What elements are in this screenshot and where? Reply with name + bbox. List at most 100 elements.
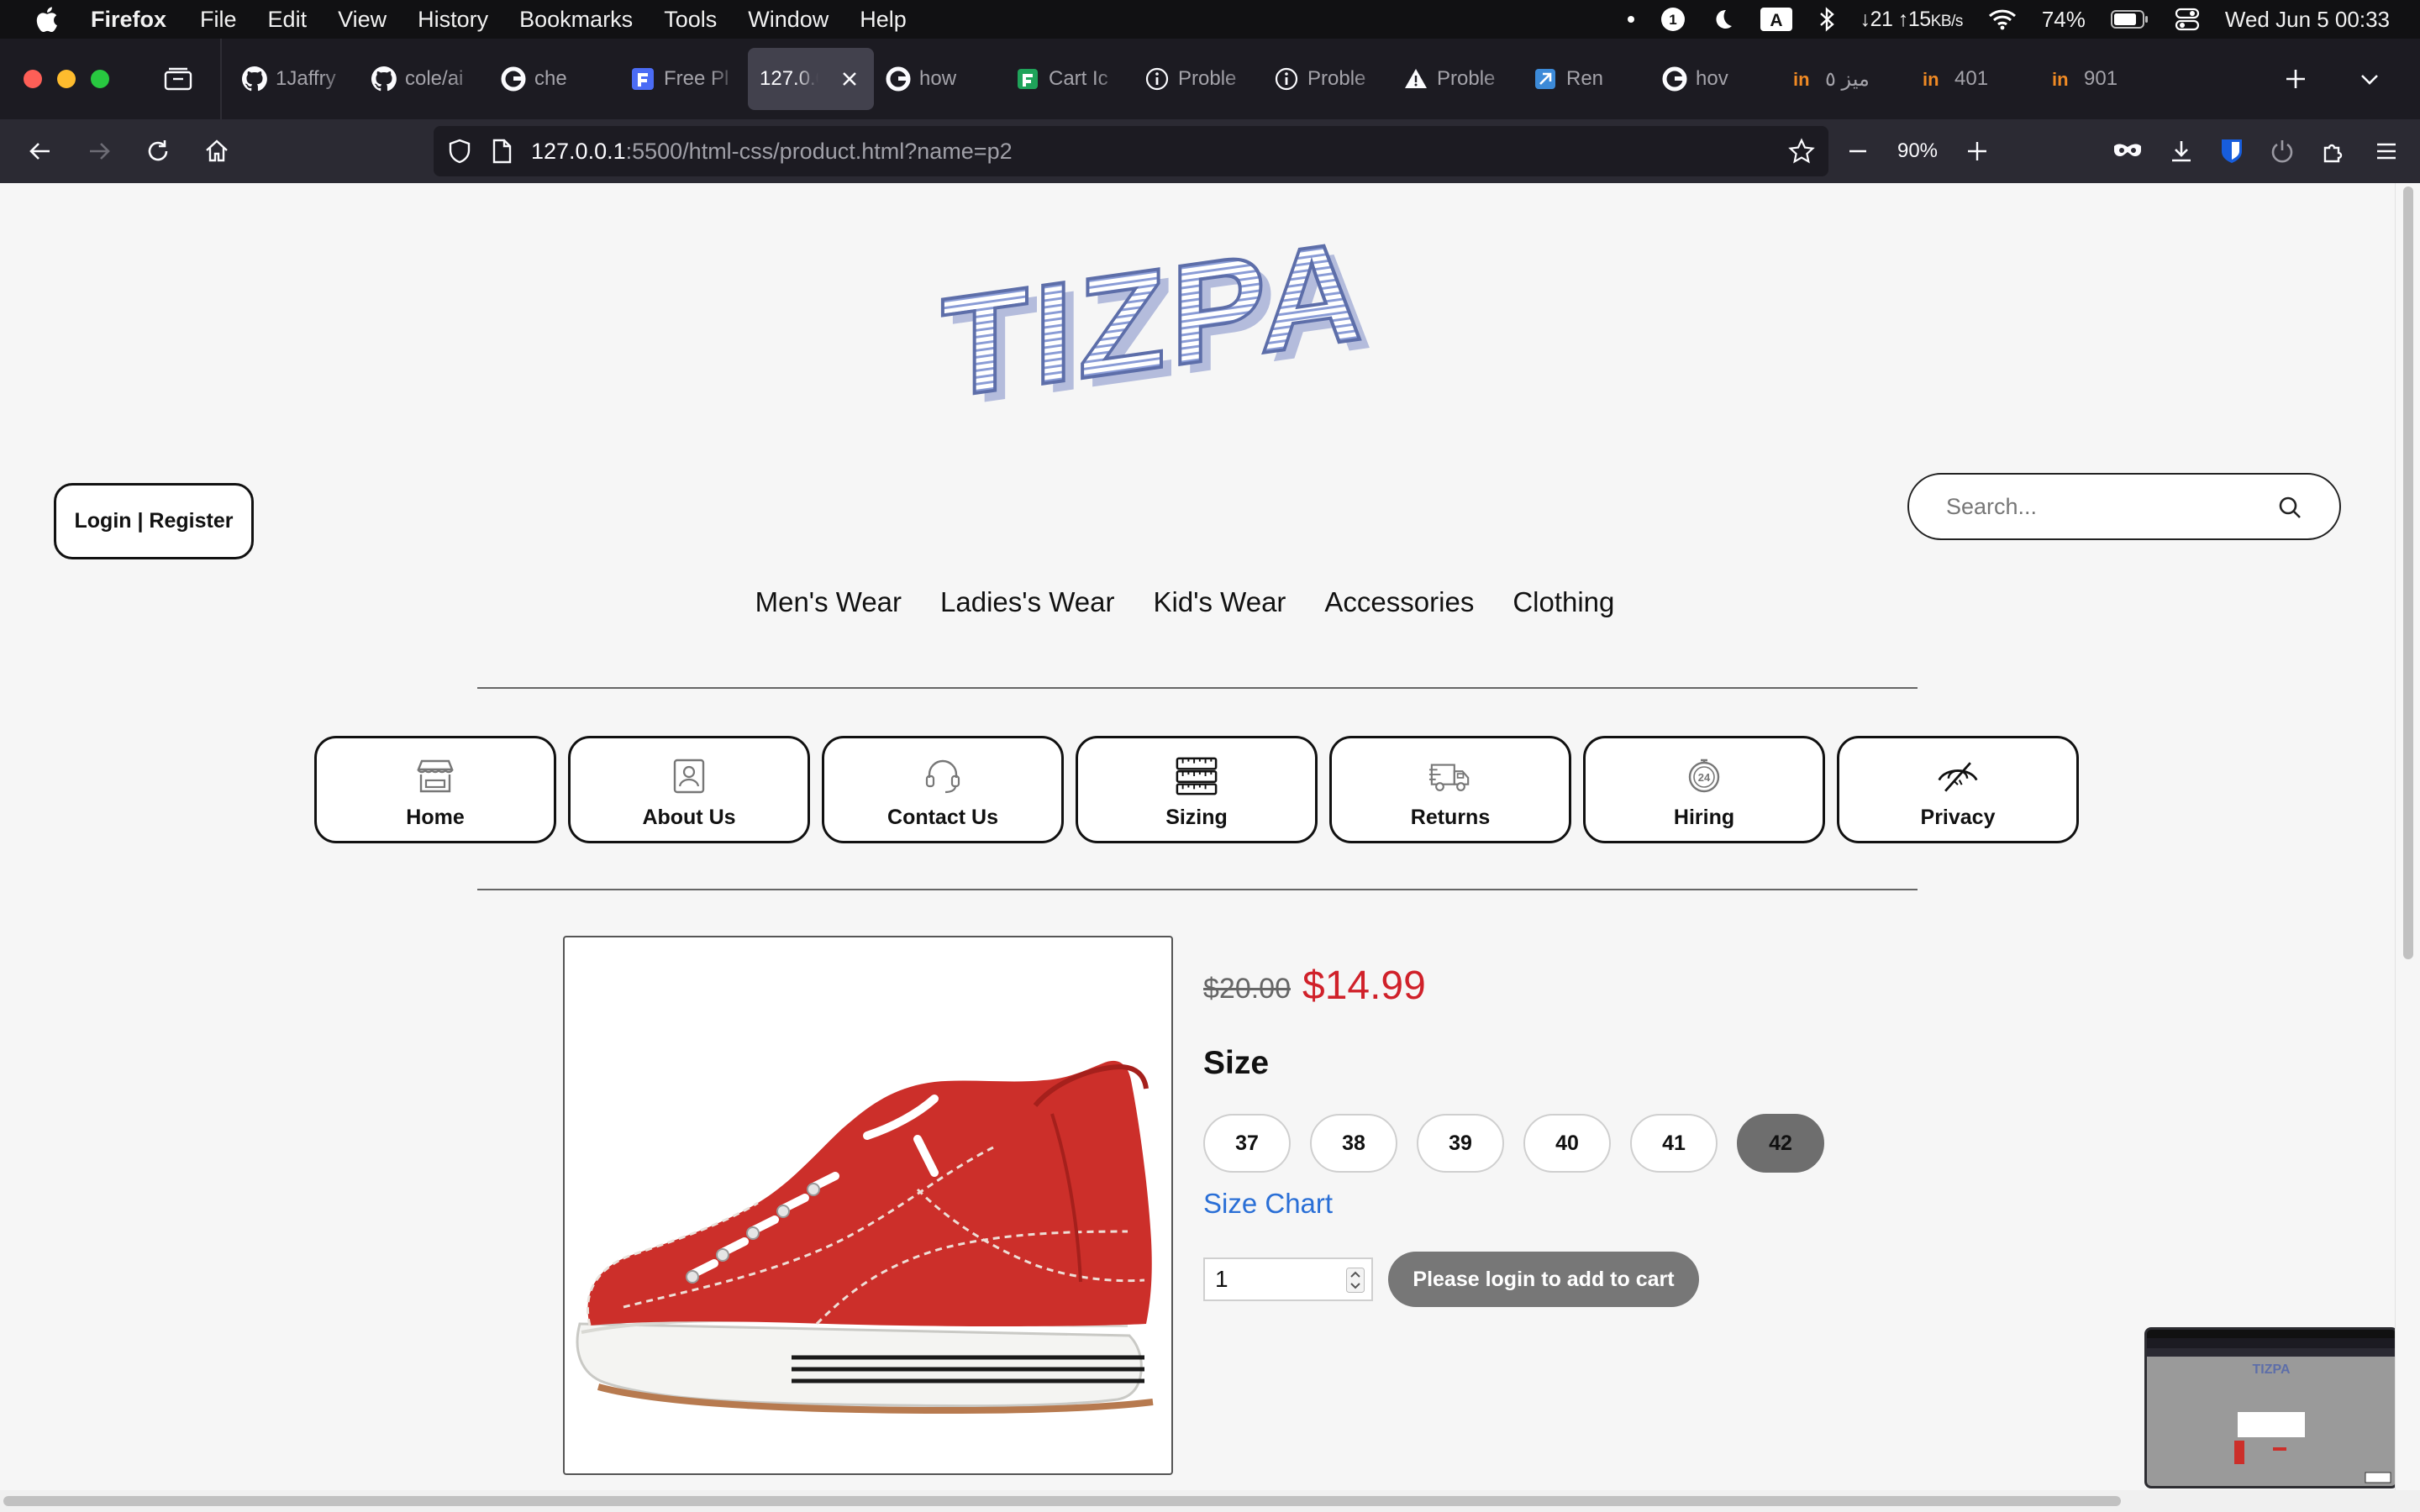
tab[interactable]: how bbox=[874, 48, 1003, 110]
tab[interactable]: Proble bbox=[1392, 48, 1521, 110]
battery-icon[interactable] bbox=[2110, 9, 2149, 29]
zoom-reset-button[interactable]: 90% bbox=[1892, 139, 1943, 163]
list-all-tabs-button[interactable] bbox=[2348, 57, 2391, 101]
reload-button[interactable] bbox=[139, 133, 176, 170]
close-window-button[interactable] bbox=[24, 70, 42, 88]
tab[interactable]: Cart Ic bbox=[1003, 48, 1133, 110]
menu-app-name[interactable]: Firefox bbox=[91, 7, 166, 33]
reload-icon bbox=[148, 140, 168, 161]
battery-percent: 74% bbox=[2041, 6, 2086, 32]
info-icon bbox=[1274, 66, 1299, 92]
power-icon[interactable] bbox=[2269, 138, 2296, 165]
nav-privacy-button[interactable]: Privacy bbox=[1837, 736, 2079, 843]
login-register-button[interactable]: Login | Register bbox=[54, 483, 254, 559]
tab[interactable]: Proble bbox=[1262, 48, 1392, 110]
size-chart-link[interactable]: Size Chart bbox=[1203, 1188, 1333, 1220]
zoom-window-button[interactable] bbox=[91, 70, 109, 88]
category-ladies-wear[interactable]: Ladies's Wear bbox=[939, 586, 1116, 618]
size-option-42-selected[interactable]: 42 bbox=[1737, 1114, 1824, 1173]
menu-edit[interactable]: Edit bbox=[268, 7, 308, 33]
bluetooth-icon[interactable] bbox=[1818, 7, 1835, 32]
network-speed: ↓21 ↑15KB/s bbox=[1860, 7, 1964, 31]
menu-file[interactable]: File bbox=[200, 7, 237, 33]
tab[interactable]: Ren bbox=[1521, 48, 1650, 110]
nav-hiring-button[interactable]: 24 Hiring bbox=[1583, 736, 1825, 843]
svg-text:24: 24 bbox=[1698, 771, 1711, 784]
clock[interactable]: Wed Jun 5 00:33 bbox=[2225, 7, 2390, 33]
bitwarden-shield-icon[interactable] bbox=[2220, 138, 2244, 165]
back-button[interactable] bbox=[22, 133, 59, 170]
home-button[interactable] bbox=[198, 133, 235, 170]
tab[interactable]: 1Jaffry bbox=[230, 48, 360, 110]
tab[interactable]: in میز ٥ bbox=[1780, 48, 1909, 110]
tab-title: Ren bbox=[1566, 67, 1604, 90]
tab[interactable]: Free Pl bbox=[618, 48, 748, 110]
dot-icon[interactable] bbox=[1627, 15, 1635, 24]
tab[interactable]: cole/ai bbox=[360, 48, 489, 110]
size-option-41[interactable]: 41 bbox=[1630, 1114, 1718, 1173]
password-manager-icon[interactable]: 1 bbox=[1660, 7, 1686, 32]
tab[interactable]: in 901 bbox=[2039, 48, 2168, 110]
forward-button[interactable] bbox=[81, 133, 118, 170]
tab-title: میز ٥ bbox=[1825, 67, 1870, 91]
shield-icon[interactable] bbox=[447, 138, 472, 165]
private-mask-icon[interactable] bbox=[2112, 141, 2143, 161]
nav-about-us-button[interactable]: About Us bbox=[568, 736, 810, 843]
quantity-stepper[interactable]: 1 bbox=[1203, 1257, 1373, 1301]
tab[interactable]: che bbox=[489, 48, 618, 110]
tab-active[interactable]: 127.0.0.1 bbox=[748, 48, 874, 110]
hamburger-menu-icon[interactable] bbox=[2373, 138, 2400, 165]
login-to-add-to-cart-button[interactable]: Please login to add to cart bbox=[1388, 1252, 1699, 1307]
menu-bookmarks[interactable]: Bookmarks bbox=[519, 7, 633, 33]
wifi-icon[interactable] bbox=[1988, 8, 2017, 30]
size-option-38[interactable]: 38 bbox=[1310, 1114, 1397, 1173]
page-icon[interactable] bbox=[491, 139, 513, 164]
close-tab-icon[interactable] bbox=[839, 68, 860, 90]
flaticon-icon bbox=[1015, 66, 1040, 92]
tab[interactable]: Proble bbox=[1133, 48, 1262, 110]
input-source-icon[interactable]: A bbox=[1760, 7, 1793, 32]
apple-icon[interactable] bbox=[34, 6, 59, 33]
divider bbox=[477, 687, 1918, 689]
stepper-arrows-icon[interactable] bbox=[1346, 1268, 1365, 1293]
minimize-window-button[interactable] bbox=[57, 70, 76, 88]
category-mens-wear[interactable]: Men's Wear bbox=[754, 586, 903, 618]
nav-home-button[interactable]: Home bbox=[314, 736, 556, 843]
nav-sizing-button[interactable]: Sizing bbox=[1076, 736, 1318, 843]
control-center-icon[interactable] bbox=[2175, 8, 2200, 31]
search-input[interactable]: Search... bbox=[1907, 473, 2341, 540]
menu-window[interactable]: Window bbox=[748, 7, 829, 33]
nav-contact-us-button[interactable]: Contact Us bbox=[822, 736, 1064, 843]
vertical-scrollbar[interactable] bbox=[2395, 183, 2420, 1494]
size-option-40[interactable]: 40 bbox=[1523, 1114, 1611, 1173]
menu-history[interactable]: History bbox=[418, 7, 488, 33]
url-bar[interactable]: 127.0.0.1:5500/html-css/product.html?nam… bbox=[434, 126, 1828, 176]
menu-view[interactable]: View bbox=[338, 7, 387, 33]
nav-returns-button[interactable]: Returns bbox=[1329, 736, 1571, 843]
tizpa-logo[interactable]: TIZPA TIZPA bbox=[933, 234, 1454, 410]
search-icon[interactable] bbox=[2277, 495, 2302, 520]
vertical-scroll-thumb[interactable] bbox=[2403, 186, 2413, 959]
tab[interactable]: in 401 bbox=[1909, 48, 2039, 110]
menu-help[interactable]: Help bbox=[860, 7, 907, 33]
screenshot-thumbnail[interactable]: TIZPA bbox=[2144, 1327, 2395, 1488]
url-text[interactable]: 127.0.0.1:5500/html-css/product.html?nam… bbox=[531, 139, 1013, 165]
moon-icon[interactable] bbox=[1711, 8, 1734, 31]
size-option-39[interactable]: 39 bbox=[1417, 1114, 1504, 1173]
extensions-puzzle-icon[interactable] bbox=[2321, 138, 2348, 165]
category-accessories[interactable]: Accessories bbox=[1323, 586, 1476, 618]
size-option-37[interactable]: 37 bbox=[1203, 1114, 1291, 1173]
menu-tools[interactable]: Tools bbox=[664, 7, 717, 33]
tab[interactable]: hov bbox=[1650, 48, 1780, 110]
category-kids-wear[interactable]: Kid's Wear bbox=[1152, 586, 1288, 618]
horizontal-scrollbar[interactable] bbox=[0, 1490, 2420, 1512]
product-image[interactable] bbox=[563, 936, 1173, 1475]
bookmark-star-icon[interactable] bbox=[1788, 138, 1815, 165]
download-icon[interactable] bbox=[2168, 138, 2195, 165]
new-tab-button[interactable] bbox=[2274, 57, 2317, 101]
category-clothing[interactable]: Clothing bbox=[1511, 586, 1616, 618]
zoom-out-icon[interactable] bbox=[1845, 139, 1870, 164]
horizontal-scroll-thumb[interactable] bbox=[3, 1496, 2121, 1506]
firefox-view-button[interactable] bbox=[161, 62, 195, 96]
zoom-in-icon[interactable] bbox=[1965, 139, 1990, 164]
